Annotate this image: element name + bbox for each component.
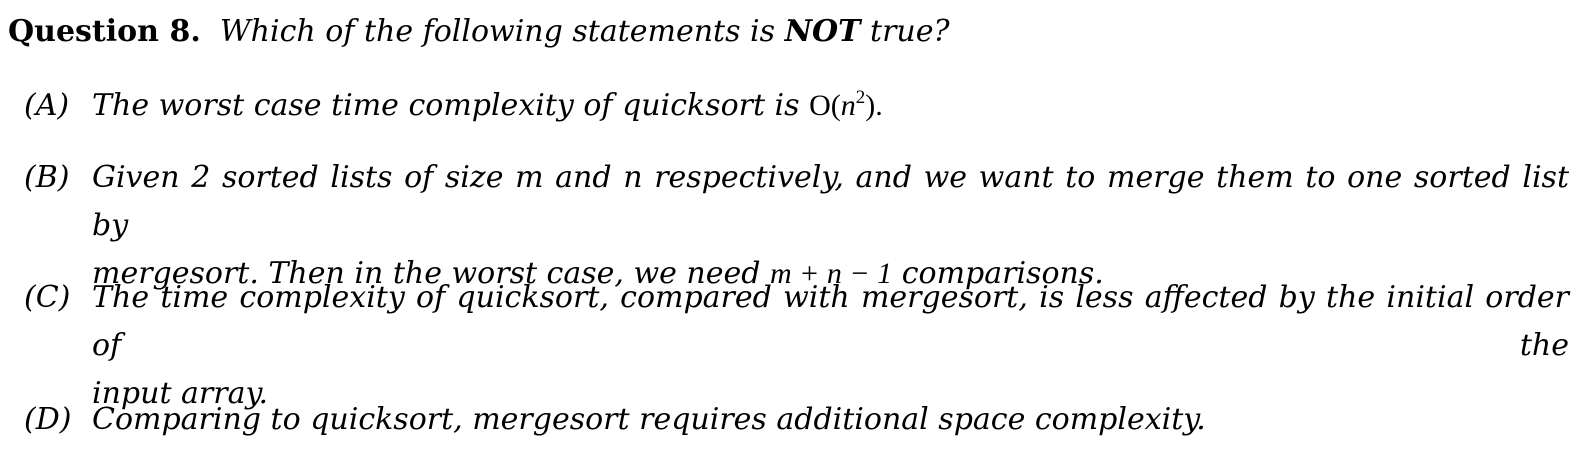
option-a-letter: (A) bbox=[24, 88, 70, 123]
option-a-text: The worst case time complexity of quicks… bbox=[92, 82, 1569, 130]
option-a-math-open: O( bbox=[809, 89, 841, 122]
option-c-letter: (C) bbox=[24, 280, 71, 315]
option-a: (A) The worst case time complexity of qu… bbox=[24, 82, 1569, 130]
question-heading: Question 8. Which of the following state… bbox=[8, 8, 1583, 56]
question-emphasis: NOT bbox=[784, 14, 861, 49]
question-text: Which of the following statements is bbox=[219, 14, 776, 49]
option-d-letter: (D) bbox=[24, 402, 72, 437]
question-text-end: true? bbox=[870, 14, 950, 49]
option-d: (D) Comparing to quicksort, mergesort re… bbox=[24, 396, 1569, 444]
option-a-math-close: ). bbox=[865, 89, 883, 122]
option-b-letter: (B) bbox=[24, 160, 70, 195]
option-a-math-exp: 2 bbox=[855, 87, 866, 108]
option-a-math-var: n bbox=[840, 89, 856, 122]
question-label: Question 8. bbox=[8, 14, 201, 49]
option-c-line-1: The time complexity of quicksort, compar… bbox=[92, 280, 1569, 363]
option-a-statement: The worst case time complexity of quicks… bbox=[92, 88, 800, 123]
option-d-text: Comparing to quicksort, mergesort requir… bbox=[92, 402, 1206, 437]
option-a-math: O(n2). bbox=[809, 87, 883, 122]
option-b-line-1: Given 2 sorted lists of size m and n res… bbox=[92, 160, 1569, 243]
